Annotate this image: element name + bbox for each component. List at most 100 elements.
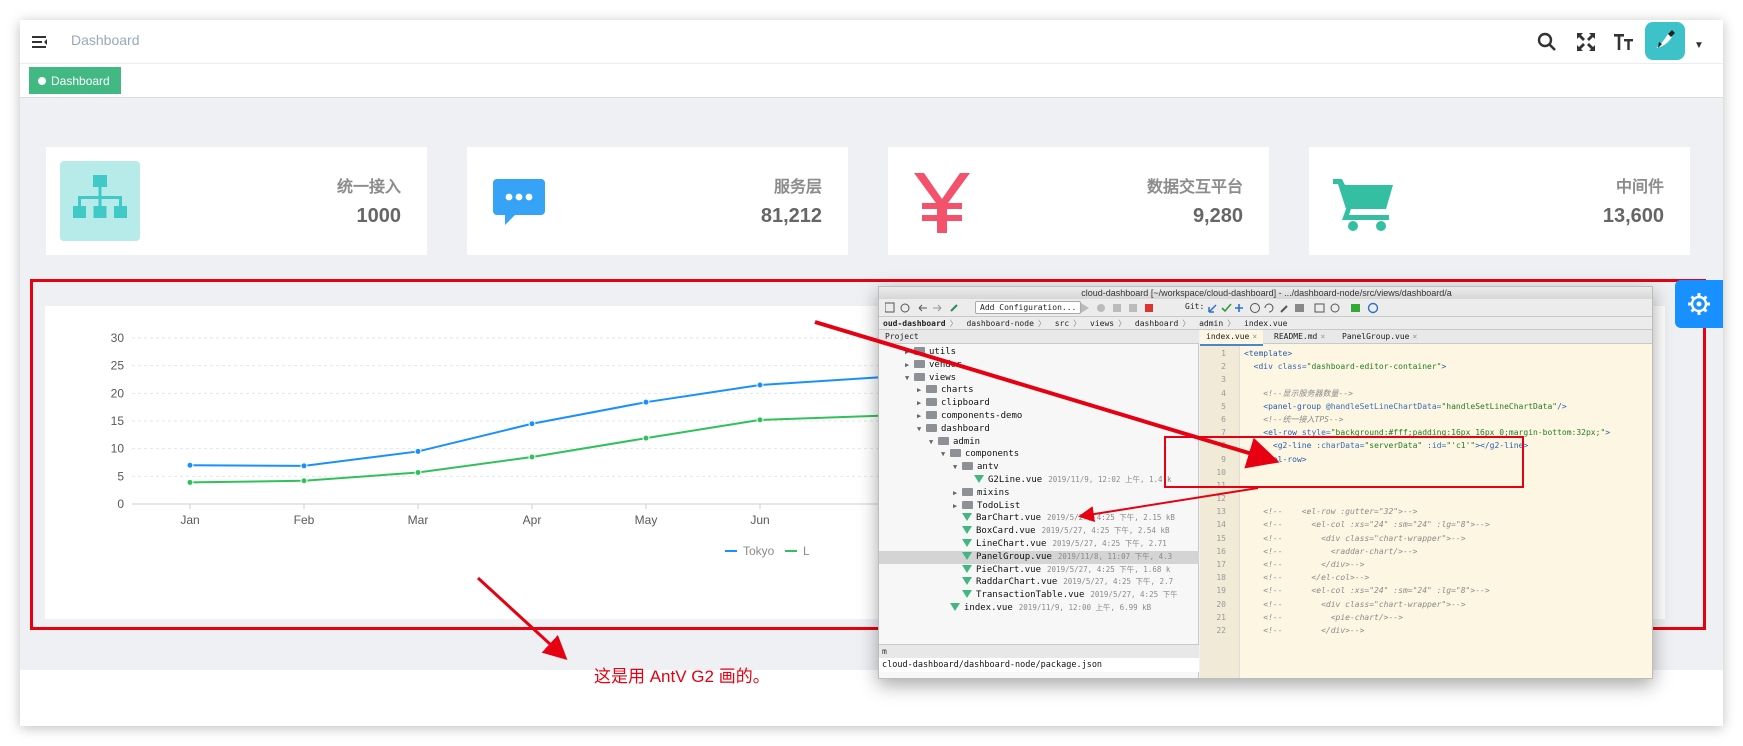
- folder-icon: [914, 347, 925, 355]
- bottom-label: m: [882, 647, 887, 656]
- code-line: 1 <template>: [1200, 347, 1652, 360]
- code-line: 13 <!-- <el-row :gutter="32">-->: [1200, 505, 1652, 518]
- folder-icon: [938, 436, 949, 445]
- tree-item-name: clipboard: [941, 398, 990, 409]
- project-label[interactable]: Project: [885, 332, 919, 341]
- crumb[interactable]: views: [1090, 319, 1114, 328]
- expanded-arrow-icon[interactable]: ▼: [941, 448, 950, 461]
- code-editor[interactable]: index.vue × README.md × PanelGroup.vue × 1 <…: [1200, 330, 1652, 678]
- collapsed-arrow-icon[interactable]: ▶: [953, 487, 962, 500]
- card-label: 统一接入: [336, 179, 401, 196]
- card-label: 服务层: [773, 179, 822, 196]
- expanded-arrow-icon[interactable]: ▼: [905, 372, 914, 385]
- crumb[interactable]: dashboard-node: [966, 319, 1033, 328]
- settings-button[interactable]: [1675, 280, 1723, 328]
- tree-row[interactable]: LineChart.vue 2019/5/27, 4:25 下午, 2.71: [879, 538, 1199, 551]
- panel-card-middleware[interactable]: 中间件 13,600: [1309, 147, 1690, 255]
- code-line: 16 <!-- <raddar-chart/>-->: [1200, 545, 1652, 558]
- tab-label: PanelGroup.vue: [1342, 332, 1410, 341]
- vue-file-icon: [962, 577, 972, 586]
- expanded-arrow-icon[interactable]: ▼: [917, 423, 926, 436]
- expanded-arrow-icon[interactable]: ▼: [929, 436, 938, 449]
- panel-card-service-layer[interactable]: 服务层 81,212: [467, 147, 848, 255]
- annotation-text: 这是用 AntV G2 画的。: [594, 667, 770, 686]
- tree-item-meta: 2019/5/27, 4:25 下午, 2.7: [1063, 577, 1174, 587]
- crumb[interactable]: dashboard: [1135, 319, 1178, 328]
- panel-card-data-platform[interactable]: 数据交互平台 9,280: [888, 147, 1269, 255]
- tree-item-meta: 2019/5/27, 4:25 下午, 2.15 kB: [1047, 513, 1175, 523]
- line-number: 6: [1221, 414, 1226, 424]
- toolbar-icons[interactable]: [885, 302, 965, 314]
- collapsed-arrow-icon[interactable]: ▶: [917, 410, 926, 423]
- breadcrumb-title[interactable]: Dashboard: [71, 32, 140, 48]
- crumb[interactable]: index.vue: [1244, 319, 1287, 328]
- crumb[interactable]: oud-dashboard: [883, 319, 946, 328]
- editor-tab[interactable]: index.vue ×: [1200, 330, 1264, 346]
- text-size-icon[interactable]: [1612, 30, 1636, 54]
- crumb[interactable]: src: [1055, 319, 1069, 328]
- tree-row[interactable]: ▼ views: [879, 372, 1199, 385]
- collapsed-arrow-icon[interactable]: ▶: [905, 359, 914, 372]
- git-actions-icons[interactable]: [1207, 302, 1407, 314]
- caret-down-icon[interactable]: ▼: [1694, 40, 1704, 51]
- code-text: <template>: [1244, 349, 1293, 358]
- tree-row[interactable]: ▶ utils: [879, 346, 1199, 359]
- tree-row[interactable]: TransactionTable.vue 2019/5/27, 4:25 下午: [879, 589, 1199, 602]
- crumb[interactable]: admin: [1199, 319, 1223, 328]
- collapsed-arrow-icon[interactable]: ▶: [953, 500, 962, 513]
- ide-toolbar: Add Configuration... Git:: [879, 299, 1652, 317]
- tree-row[interactable]: ▼ dashboard: [879, 423, 1199, 436]
- panel-card-unified-access[interactable]: 统一接入 1000: [46, 147, 427, 255]
- code-line: 3: [1200, 373, 1652, 386]
- tree-row[interactable]: RaddarChart.vue 2019/5/27, 4:25 下午, 2.7: [879, 576, 1199, 589]
- collapsed-arrow-icon[interactable]: ▶: [917, 384, 926, 397]
- vue-file-icon: [962, 551, 972, 560]
- tree-item-name: antv: [977, 462, 999, 473]
- tree-row[interactable]: PanelGroup.vue 2019/11/8, 11:07 下午, 4.3: [879, 550, 1199, 564]
- card-value: 9,280: [1192, 205, 1243, 227]
- code-line: 2 <div class="dashboard-editor-container…: [1200, 360, 1652, 373]
- search-icon[interactable]: [1535, 30, 1559, 54]
- tree-item-name: views: [929, 372, 957, 383]
- tree-row[interactable]: BoxCard.vue 2019/5/27, 4:25 下午, 2.54 kB: [879, 525, 1199, 538]
- hamburger-icon[interactable]: [30, 32, 50, 52]
- tree-row[interactable]: BarChart.vue 2019/5/27, 4:25 下午, 2.15 kB: [879, 512, 1199, 525]
- tree-row[interactable]: G2Line.vue 2019/11/9, 12:02 上午, 1.4 k: [879, 474, 1199, 487]
- fullscreen-icon[interactable]: [1574, 30, 1598, 54]
- tree-row[interactable]: ▶ charts: [879, 384, 1199, 397]
- tree-item-name: components-demo: [941, 410, 1023, 421]
- tree-item-meta: 2019/11/9, 12:00 上午, 6.99 kB: [1018, 602, 1152, 612]
- editor-tab[interactable]: README.md ×: [1268, 330, 1331, 344]
- line-number: 13: [1216, 507, 1226, 517]
- tree-row[interactable]: ▶ vendor: [879, 359, 1199, 372]
- card-label: 中间件: [1615, 179, 1664, 196]
- tree-row[interactable]: ▶ components-demo: [879, 410, 1199, 423]
- tree-row[interactable]: ▶ clipboard: [879, 397, 1199, 410]
- message-icon: [481, 161, 561, 241]
- tree-row[interactable]: index.vue 2019/11/9, 12:00 上午, 6.99 kB: [879, 602, 1199, 615]
- tree-item-name: admin: [953, 436, 981, 447]
- line-number: 17: [1216, 560, 1226, 569]
- expanded-arrow-icon[interactable]: ▼: [953, 461, 962, 474]
- collapsed-arrow-icon[interactable]: ▶: [905, 346, 914, 359]
- tag-label: Dashboard: [51, 74, 110, 88]
- code-text: <!-- <el-row :gutter="32">-->: [1263, 507, 1418, 517]
- tree-row[interactable]: ▼ components: [879, 448, 1199, 461]
- run-controls-icons[interactable]: [1079, 302, 1179, 314]
- tree-row[interactable]: ▶ TodoList: [879, 500, 1199, 513]
- editor-tab[interactable]: PanelGroup.vue ×: [1336, 330, 1423, 344]
- add-configuration-button[interactable]: Add Configuration...: [975, 301, 1082, 314]
- tree-row[interactable]: ▼ antv: [879, 461, 1199, 474]
- code-text: <!-- <pie-chart/>-->: [1263, 612, 1403, 622]
- collapsed-arrow-icon[interactable]: ▶: [917, 397, 926, 410]
- tree-item-meta: 2019/5/27, 4:25 下午, 2.71: [1052, 538, 1167, 548]
- tree-row[interactable]: PieChart.vue 2019/5/27, 4:25 下午, 1.68 k: [879, 564, 1199, 577]
- card-value: 81,212: [760, 205, 822, 227]
- tree-row[interactable]: ▶ mixins: [879, 487, 1199, 500]
- card-value: 1000: [356, 205, 402, 227]
- line-number: 20: [1216, 599, 1226, 609]
- tag-dashboard[interactable]: Dashboard: [29, 67, 121, 94]
- tree-row[interactable]: ▼ admin: [879, 436, 1199, 449]
- avatar[interactable]: [1645, 22, 1685, 60]
- bottom-path[interactable]: cloud-dashboard/dashboard-node/package.j…: [879, 658, 1199, 672]
